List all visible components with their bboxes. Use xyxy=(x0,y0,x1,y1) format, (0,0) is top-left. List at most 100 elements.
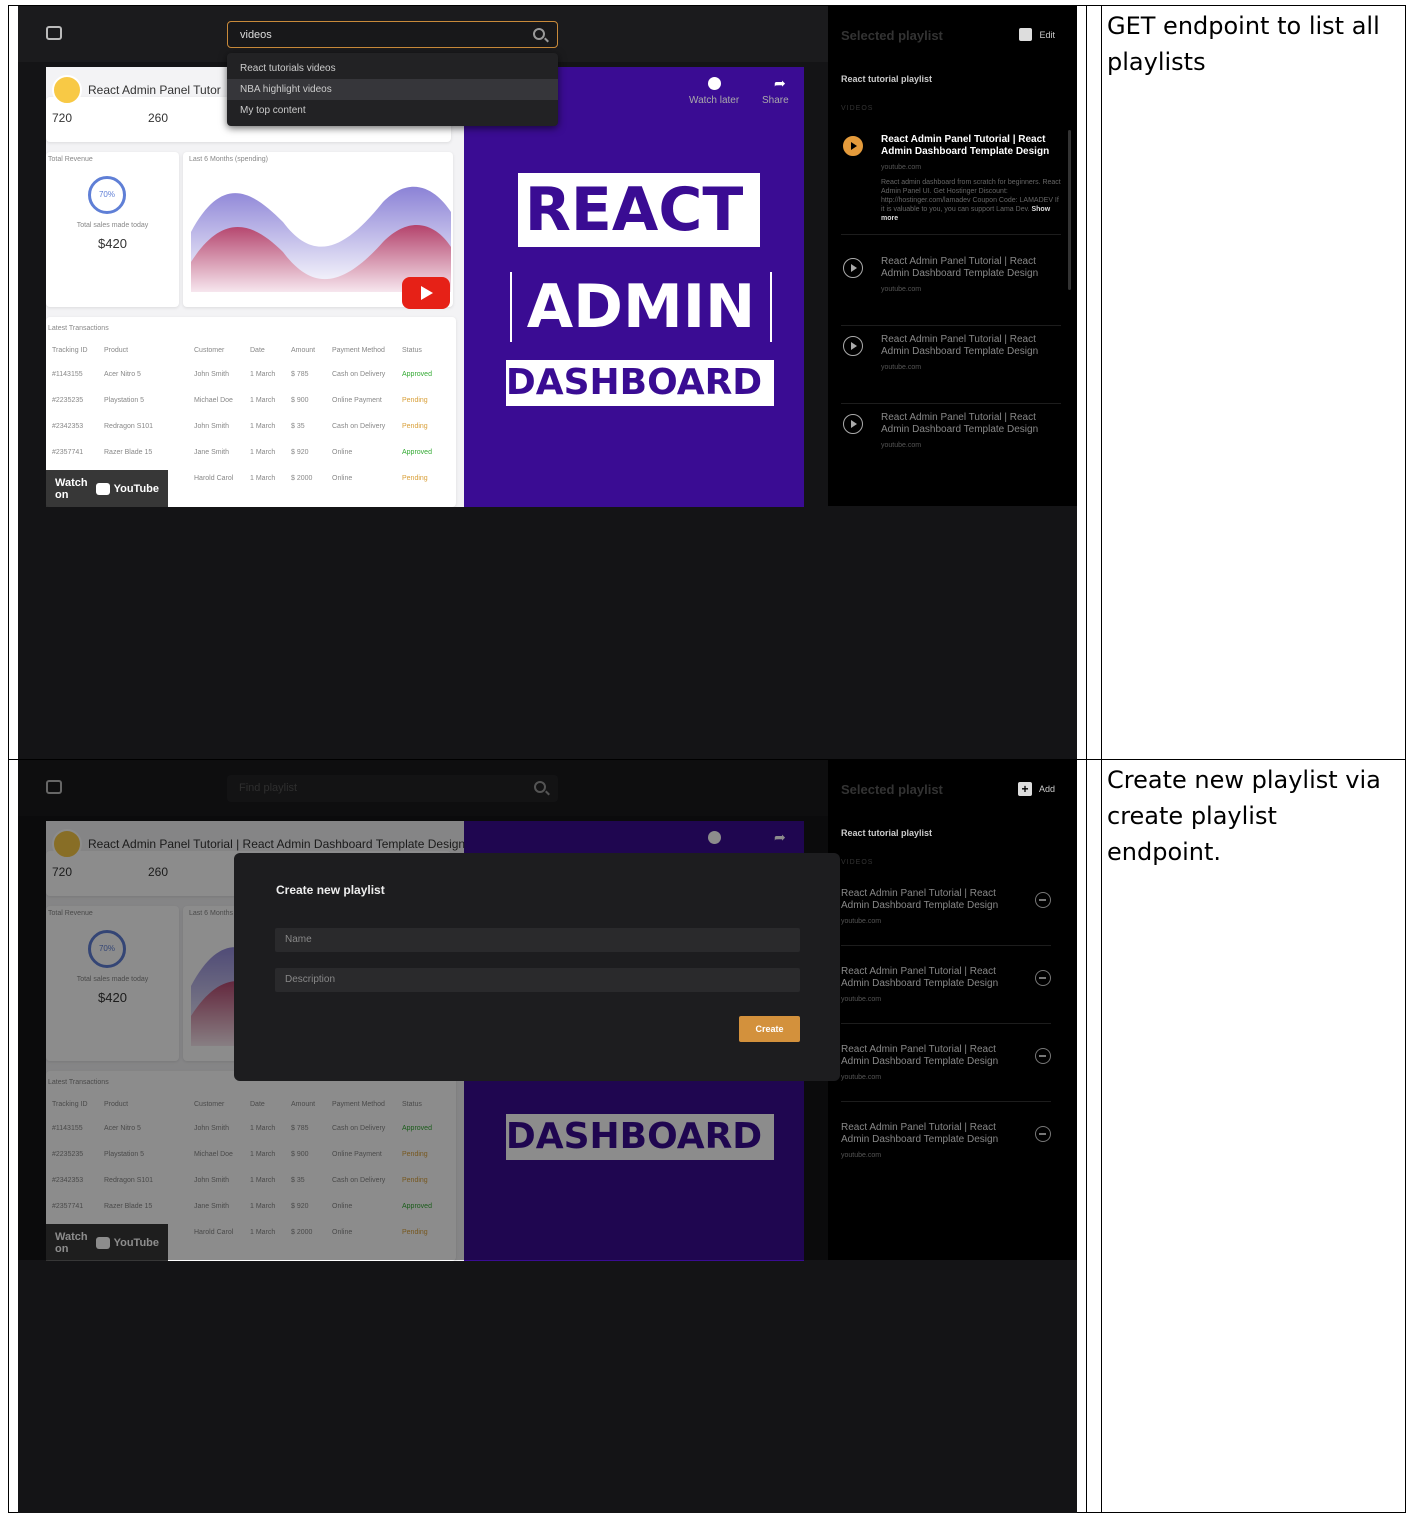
dropdown-item[interactable]: My top content xyxy=(227,100,558,121)
youtube-label: YouTube xyxy=(113,482,159,495)
table-row: #2235235 Playstation 5 Michael Doe 1 Mar… xyxy=(52,397,442,423)
status-badge: Approved xyxy=(402,449,432,456)
transactions-header: Tracking ID Product Customer Date Amount… xyxy=(52,347,442,354)
dropdown-item[interactable]: NBA highlight videos xyxy=(227,79,558,100)
clock-icon[interactable] xyxy=(708,77,721,90)
video-item-source: youtube.com xyxy=(881,364,922,371)
status-badge: Pending xyxy=(402,475,428,482)
video-item-source: youtube.com xyxy=(841,996,882,1003)
video-item-source: youtube.com xyxy=(841,1074,882,1081)
search-icon[interactable] xyxy=(533,28,545,40)
revenue-card: Total Revenue 70% Total sales made today… xyxy=(46,152,179,307)
description-field[interactable]: Description xyxy=(275,968,800,992)
play-icon[interactable] xyxy=(843,414,863,434)
table-cell: 1 March xyxy=(250,423,276,430)
watch-on-youtube[interactable]: Watch on YouTube xyxy=(46,470,168,507)
col-header: Date xyxy=(250,347,265,354)
video-item-title: React Admin Panel Tutorial | React Admin… xyxy=(881,256,1039,279)
stat-orders: 260 xyxy=(148,111,169,125)
table-cell: #2342353 xyxy=(52,423,84,430)
edit-label: Edit xyxy=(1039,29,1055,40)
playlist-video-item[interactable]: React Admin Panel Tutorial | React Admin… xyxy=(841,888,1051,946)
play-icon[interactable] xyxy=(843,336,863,356)
thumb-text-dashboard: DASHBOARD xyxy=(505,362,763,403)
pencil-icon xyxy=(1019,28,1033,41)
youtube-play-icon[interactable] xyxy=(402,277,450,309)
panel-title: Selected playlist xyxy=(841,782,943,797)
col-header: Product xyxy=(104,347,129,354)
play-icon[interactable] xyxy=(843,136,863,156)
edit-button[interactable]: Edit xyxy=(1019,28,1055,41)
create-playlist-modal: Create new playlist Name Description Cre… xyxy=(234,853,840,1081)
table-cell: 1 March xyxy=(250,397,276,404)
video-item-title: React Admin Panel Tutorial | React Admin… xyxy=(841,1044,999,1067)
thumb-text-admin: ADMIN xyxy=(512,272,770,342)
playlist-name: React tutorial playlist xyxy=(841,828,933,838)
table-cell: $ 920 xyxy=(291,449,309,456)
add-button[interactable]: + Add xyxy=(1017,782,1055,796)
playlist-panel: Selected playlist Edit React tutorial pl… xyxy=(828,6,1077,506)
table-cell: John Smith xyxy=(194,371,230,378)
create-button[interactable]: Create xyxy=(739,1016,800,1042)
screenshot-list-playlists: videos React tutorials videos NBA highli… xyxy=(18,6,1077,759)
share-label[interactable]: Share xyxy=(762,95,789,106)
playlist-name: React tutorial playlist xyxy=(841,74,933,84)
scrollbar[interactable] xyxy=(1068,130,1071,290)
search-input[interactable]: videos xyxy=(227,21,558,48)
video-item-title: React Admin Panel Tutorial | React Admin… xyxy=(841,1122,999,1145)
col-header: Status xyxy=(402,347,422,354)
video-item-description: React admin dashboard from scratch for b… xyxy=(881,178,1061,223)
name-field[interactable]: Name xyxy=(275,928,800,952)
video-thumbnail-left: 720 260 Total Revenue 70% Total sales ma… xyxy=(46,67,464,507)
cast-icon[interactable] xyxy=(46,26,62,40)
video-title[interactable]: React Admin Panel Tutor xyxy=(88,83,221,97)
table-cell: John Smith xyxy=(194,423,230,430)
status-badge: Pending xyxy=(402,423,428,430)
dropdown-item[interactable]: React tutorials videos xyxy=(227,58,558,79)
video-item-title: React Admin Panel Tutorial | React Admin… xyxy=(881,412,1039,435)
note-row2: Create new playlist via create playlist … xyxy=(1107,766,1381,866)
playlist-video-item[interactable]: React Admin Panel Tutorial | React Admin… xyxy=(841,1044,1051,1102)
col-header: Tracking ID xyxy=(52,347,88,354)
youtube-logo-icon xyxy=(96,482,110,495)
playlist-video-item[interactable]: React Admin Panel Tutorial | React Admin… xyxy=(841,134,1061,235)
table-cell: $ 35 xyxy=(291,423,305,430)
col-header: Amount xyxy=(291,347,316,354)
stat-users: 720 xyxy=(52,111,73,125)
video-item-title: React Admin Panel Tutorial | React Admin… xyxy=(841,966,999,989)
revenue-amount: $420 xyxy=(98,236,127,251)
search-dropdown: React tutorials videos NBA highlight vid… xyxy=(227,53,558,126)
table-cell: #1143155 xyxy=(52,371,83,378)
screenshot-create-playlist: Find playlist 720 260 Total Revenue 70% … xyxy=(18,760,1077,1513)
video-item-source: youtube.com xyxy=(881,442,922,449)
search-value: videos xyxy=(240,29,272,41)
table-cell: Redragon S101 xyxy=(104,423,154,430)
watch-later-label[interactable]: Watch later xyxy=(689,95,739,106)
remove-icon[interactable] xyxy=(1035,1048,1051,1064)
playlist-video-item[interactable]: React Admin Panel Tutorial | React Admin… xyxy=(841,412,1061,472)
add-label: Add xyxy=(1038,784,1055,794)
table-cell: Acer Nitro 5 xyxy=(104,371,141,378)
channel-avatar[interactable] xyxy=(52,75,82,105)
remove-icon[interactable] xyxy=(1035,1126,1051,1142)
video-player[interactable]: 720 260 Total Revenue 70% Total sales ma… xyxy=(46,67,804,507)
play-icon[interactable] xyxy=(843,258,863,278)
revenue-progress: 70% xyxy=(88,176,126,214)
video-title-bar[interactable]: React Admin Panel Tutor xyxy=(52,75,221,105)
remove-icon[interactable] xyxy=(1035,892,1051,908)
video-thumbnail-right: REACT ADMIN DASHBOARD Watch later Share … xyxy=(464,67,804,507)
video-item-title: React Admin Panel Tutorial | React Admin… xyxy=(881,134,1050,157)
table-cell: Playstation 5 xyxy=(104,397,145,404)
video-item-title: React Admin Panel Tutorial | React Admin… xyxy=(841,888,999,911)
videos-label: VIDEOS xyxy=(841,859,874,866)
table-cell: 1 March xyxy=(250,475,276,482)
playlist-video-item[interactable]: React Admin Panel Tutorial | React Admin… xyxy=(841,334,1061,404)
table-cell: Cash on Delivery xyxy=(332,371,386,378)
plus-icon: + xyxy=(1017,782,1032,796)
playlist-video-item[interactable]: React Admin Panel Tutorial | React Admin… xyxy=(841,1122,1051,1180)
remove-icon[interactable] xyxy=(1035,970,1051,986)
video-item-title: React Admin Panel Tutorial | React Admin… xyxy=(881,334,1039,357)
playlist-video-item[interactable]: React Admin Panel Tutorial | React Admin… xyxy=(841,966,1051,1024)
share-icon[interactable]: ➦ xyxy=(774,75,786,92)
playlist-video-item[interactable]: React Admin Panel Tutorial | React Admin… xyxy=(841,256,1061,326)
